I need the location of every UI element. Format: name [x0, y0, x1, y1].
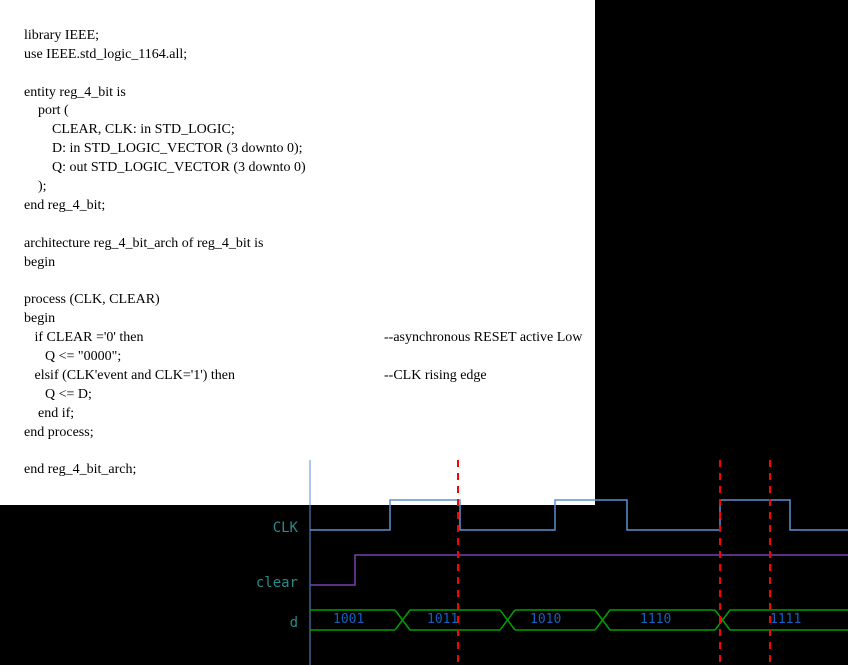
code-line: architecture reg_4_bit_arch of reg_4_bit…: [24, 236, 263, 251]
timing-diagram: CLK clear d 1001 1011 1010 1110 1111: [0, 460, 848, 665]
d-value: 1110: [640, 612, 671, 627]
code-line: library IEEE;: [24, 28, 99, 43]
d-value: 1111: [770, 612, 801, 627]
code-line: );: [24, 179, 47, 194]
timing-svg: [0, 460, 848, 665]
code-line: use IEEE.std_logic_1164.all;: [24, 47, 187, 62]
d-value: 1011: [427, 612, 458, 627]
code-line: Q: out STD_LOGIC_VECTOR (3 downto 0): [24, 160, 306, 175]
code-line: process (CLK, CLEAR): [24, 292, 160, 307]
d-value: 1010: [530, 612, 561, 627]
code-line: end process;: [24, 425, 94, 440]
code-line: Q <= "0000";: [24, 349, 121, 364]
code-line: end reg_4_bit;: [24, 198, 105, 213]
vhdl-code-block: library IEEE; use IEEE.std_logic_1164.al…: [0, 0, 595, 505]
code-line: Q <= D;: [24, 387, 92, 402]
code-line: if CLEAR ='0' then--asynchronous RESET a…: [24, 330, 582, 345]
clk-label: CLK: [238, 520, 298, 536]
code-line: port (: [24, 103, 69, 118]
code-line: D: in STD_LOGIC_VECTOR (3 downto 0);: [24, 141, 303, 156]
code-line: elsif (CLK'event and CLK='1') then--CLK …: [24, 368, 487, 383]
code-line: entity reg_4_bit is: [24, 85, 126, 100]
code-line: begin: [24, 311, 55, 326]
d-label: d: [238, 615, 298, 631]
code-line: CLEAR, CLK: in STD_LOGIC;: [24, 122, 235, 137]
d-value: 1001: [333, 612, 364, 627]
code-line: end if;: [24, 406, 74, 421]
code-line: begin: [24, 255, 55, 270]
clear-label: clear: [238, 575, 298, 591]
